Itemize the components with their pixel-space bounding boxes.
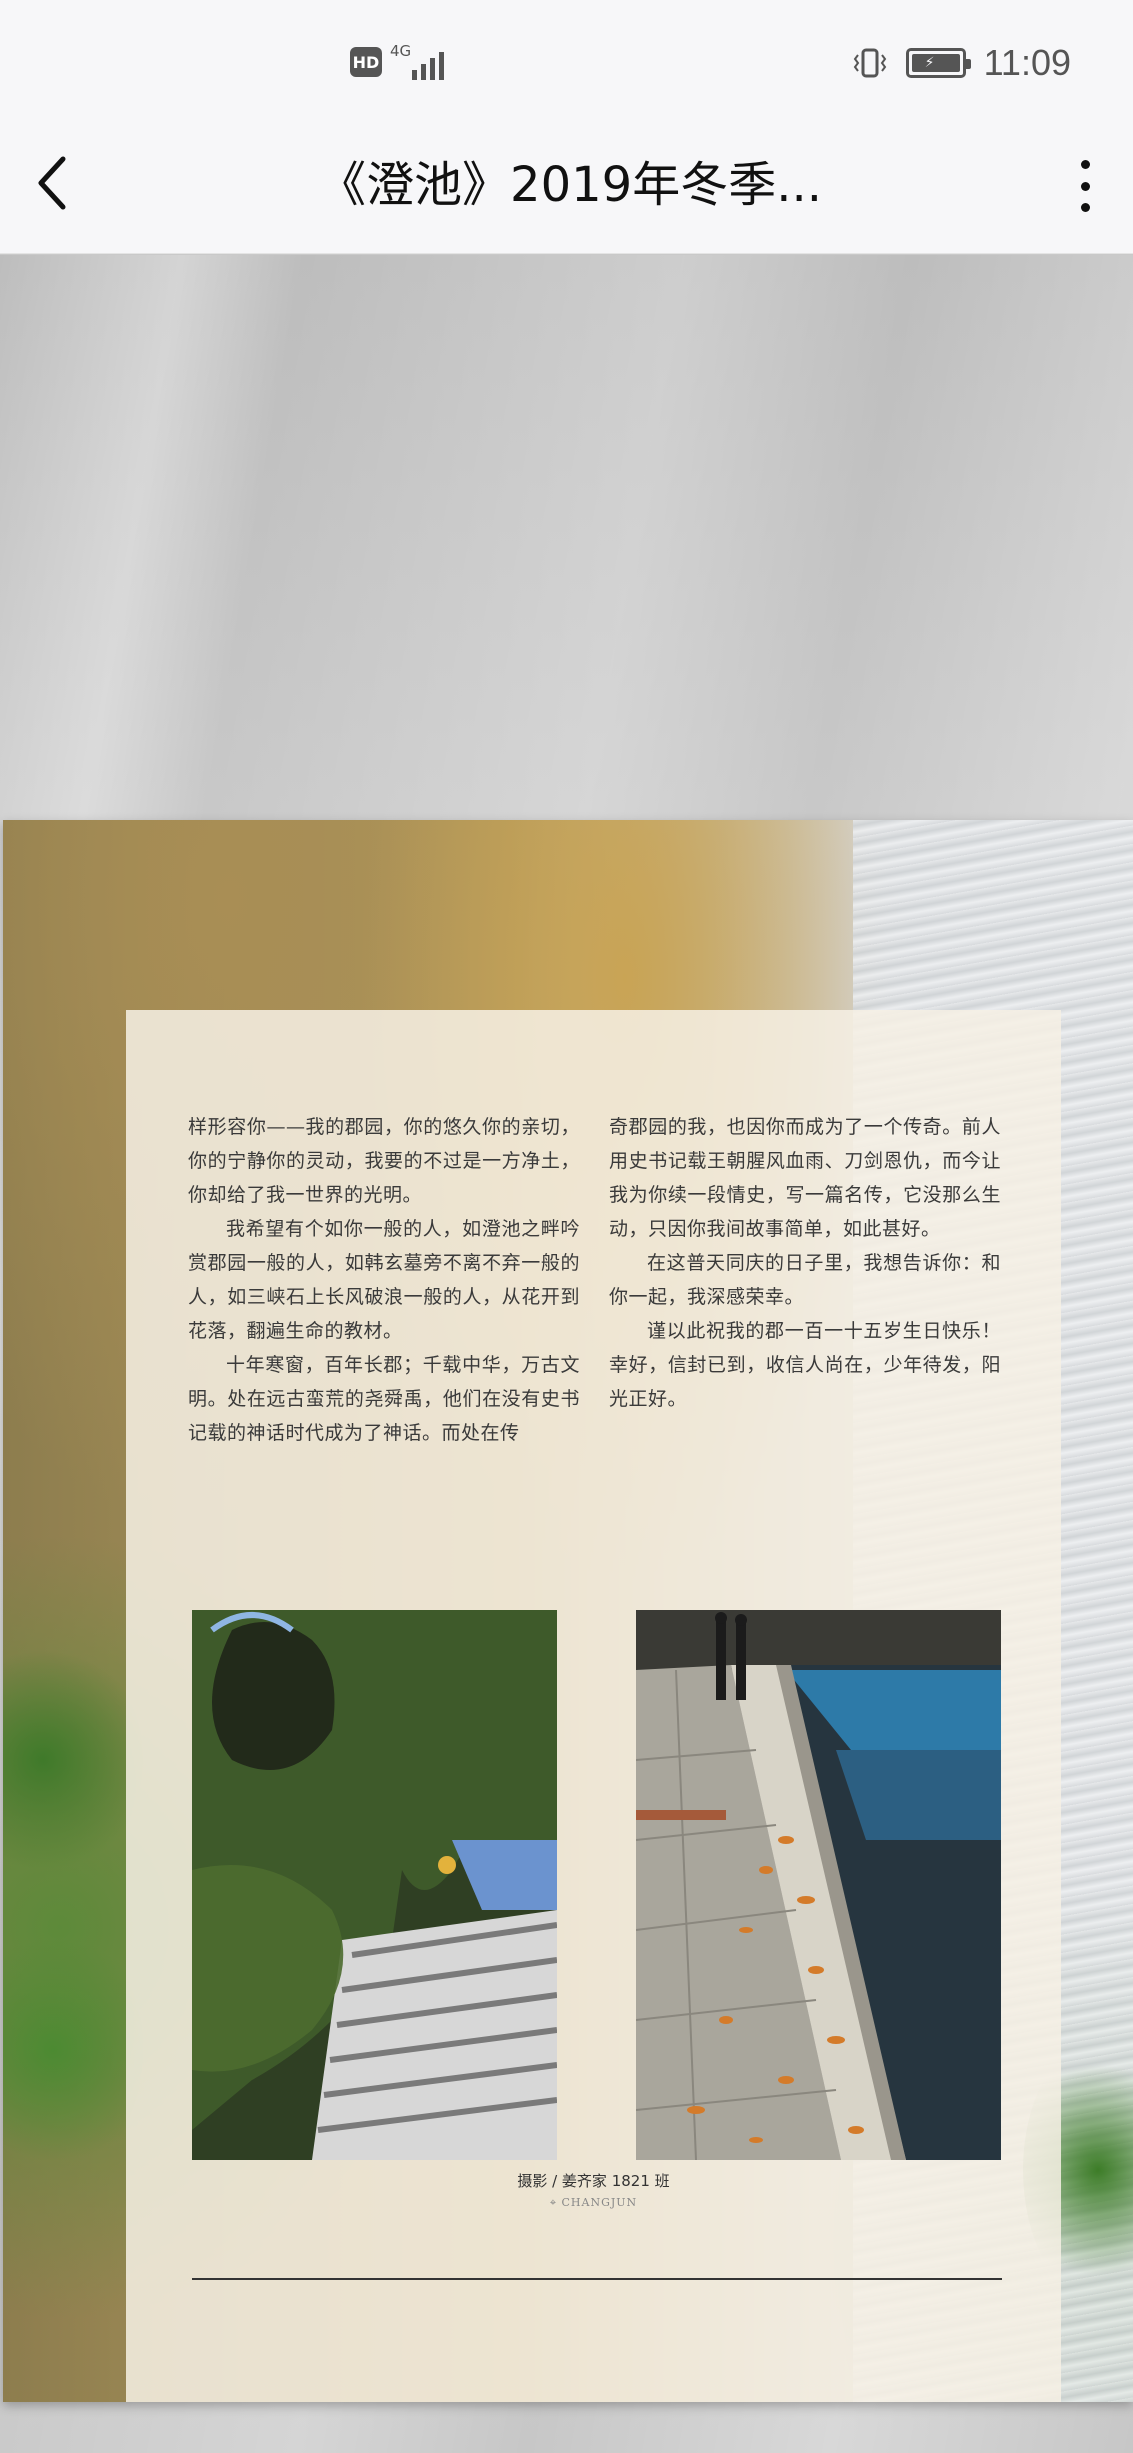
hd-badge: HD [350, 47, 382, 77]
vibrate-icon [852, 45, 888, 81]
tree-building-photo [192, 1610, 557, 2160]
page-title: 《澄池》2019年冬季... [318, 157, 822, 213]
divider [192, 2278, 1002, 2280]
more-vertical-icon [1080, 160, 1090, 169]
paragraph: 奇郡园的我，也因你而成为了一个传奇。前人用史书记载王朝腥风血雨、刀剑恩仇，而今让… [609, 1116, 1001, 1240]
status-time: 11:09 [983, 42, 1071, 83]
back-button[interactable] [18, 148, 88, 218]
status-right: ⚡ 11:09 [852, 42, 1071, 84]
photo-credit: 摄影 / 姜齐家 1821 班 [517, 2172, 670, 2190]
article-right-column: 奇郡园的我，也因你而成为了一个传奇。前人用史书记载王朝腥风血雨、刀剑恩仇，而今让… [609, 1110, 1001, 1416]
back-arrow-icon [38, 156, 66, 210]
title-bar: 《澄池》2019年冬季... [0, 128, 1133, 254]
magazine-page[interactable]: 样形容你——我的郡园，你的悠久你的亲切，你的宁静你的灵动，我要的不过是一方净土，… [3, 820, 1133, 2402]
paragraph: 在这普天同庆的日子里，我想告诉你：和你一起，我深感荣幸。 [609, 1252, 1001, 1308]
content-panel: 样形容你——我的郡园，你的悠久你的亲切，你的宁静你的灵动，我要的不过是一方净土，… [126, 1010, 1061, 2402]
photo-location: ⌖ CHANGJUN [549, 2196, 638, 2209]
signal-icon: 4G [390, 42, 450, 80]
paragraph: 十年寒窗，百年长郡；千载中华，万古文明。处在远古蛮荒的尧舜禹，他们在没有史书记载… [188, 1354, 580, 1444]
sidewalk-autumn-leaves-photo [636, 1610, 1001, 2160]
document-viewer[interactable]: 样形容你——我的郡园，你的悠久你的亲切，你的宁静你的灵动，我要的不过是一方净土，… [0, 255, 1133, 2453]
more-options-button[interactable] [1065, 154, 1105, 218]
article-left-column: 样形容你——我的郡园，你的悠久你的亲切，你的宁静你的灵动，我要的不过是一方净土，… [188, 1110, 580, 1450]
paragraph: 谨以此祝我的郡一百一十五岁生日快乐！幸好，信封已到，收信人尚在，少年待发，阳光正… [609, 1320, 1001, 1410]
network-type: 4G [390, 42, 412, 60]
status-bar: HD 4G ⚡ 11:09 [0, 0, 1133, 128]
paragraph: 样形容你——我的郡园，你的悠久你的亲切，你的宁静你的灵动，我要的不过是一方净土，… [188, 1116, 580, 1206]
battery-charging-icon: ⚡ [905, 48, 971, 78]
paragraph: 我希望有个如你一般的人，如澄池之畔吟赏郡园一般的人，如韩玄墓旁不离不弃一般的人，… [188, 1218, 580, 1342]
status-left: HD 4G [350, 42, 450, 80]
location-pin-icon: ⌖ [549, 2196, 558, 2209]
